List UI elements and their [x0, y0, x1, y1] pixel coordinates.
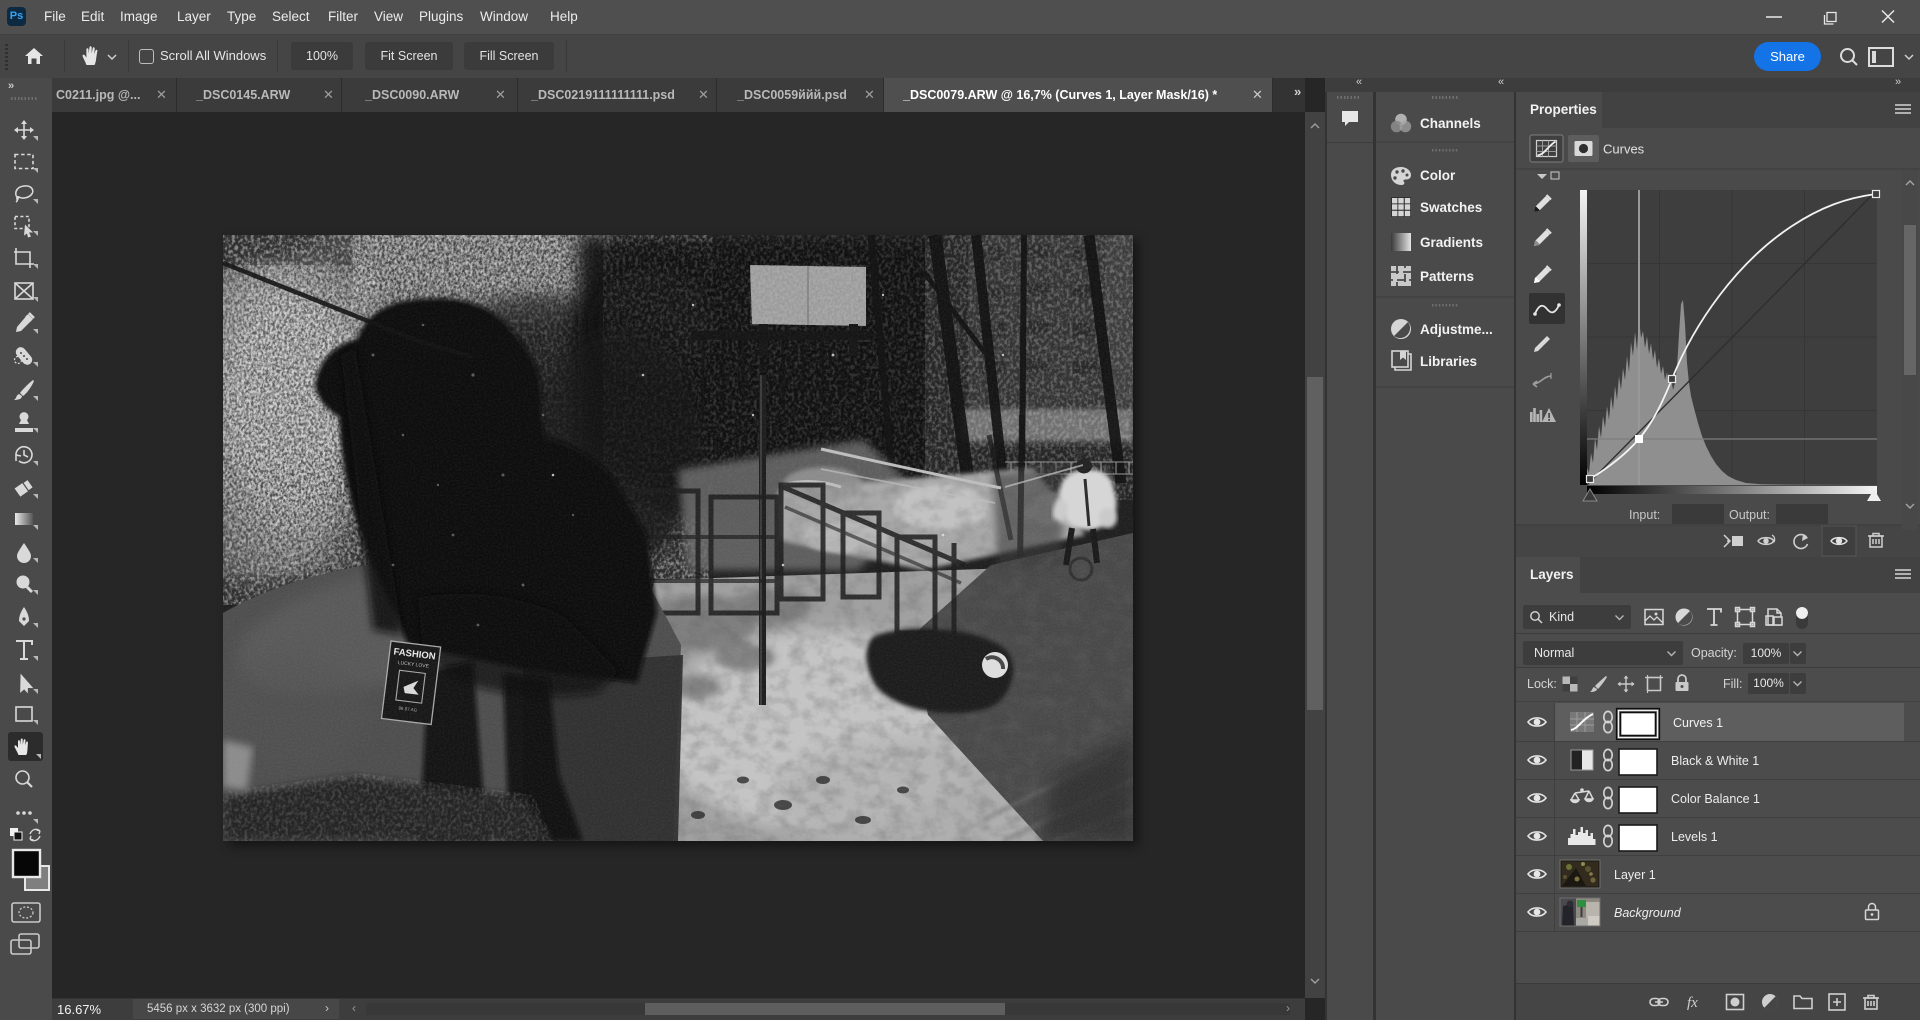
svg-text:Libraries: Libraries	[1420, 354, 1477, 369]
svg-text:Color: Color	[1420, 168, 1456, 183]
svg-text:Curves 1: Curves 1	[1673, 716, 1723, 730]
svg-text:Input:: Input:	[1629, 508, 1660, 522]
svg-text:Swatches: Swatches	[1420, 200, 1482, 215]
svg-text:Patterns: Patterns	[1420, 269, 1474, 284]
svg-text:Black & White 1: Black & White 1	[1671, 754, 1759, 768]
svg-text:Background: Background	[1614, 906, 1682, 920]
svg-text:Channels: Channels	[1420, 116, 1481, 131]
svg-text:Curves: Curves	[1603, 142, 1645, 157]
svg-text:Levels 1: Levels 1	[1671, 830, 1718, 844]
svg-text:Color Balance 1: Color Balance 1	[1671, 792, 1760, 806]
svg-text:Output:: Output:	[1729, 508, 1770, 522]
svg-text:Gradients: Gradients	[1420, 235, 1483, 250]
svg-text:Layer 1: Layer 1	[1614, 868, 1656, 882]
svg-text:fx: fx	[1687, 995, 1698, 1011]
svg-text:Adjustme...: Adjustme...	[1420, 322, 1493, 337]
